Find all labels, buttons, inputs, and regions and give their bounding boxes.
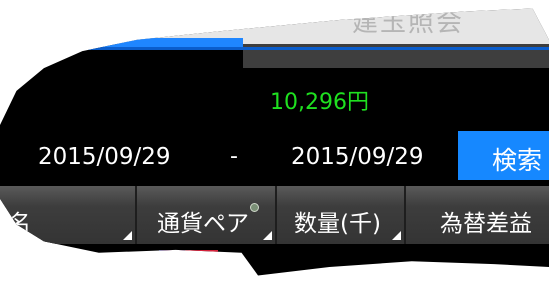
- title-bar: 建玉照会: [0, 8, 549, 44]
- search-button[interactable]: 検索: [458, 131, 549, 180]
- date-to-field[interactable]: 2015/09/29: [291, 144, 424, 170]
- date-separator: -: [230, 144, 238, 169]
- column-header-name[interactable]: 銘柄名: [0, 186, 137, 244]
- column-label: 銘柄名: [0, 211, 31, 237]
- column-header-quantity[interactable]: 数量(千): [277, 186, 406, 244]
- tab-indicator: [0, 38, 243, 47]
- app-screen: 建玉照会 10,296円 2015/09/29 - 2015/09/29 検索 …: [0, 8, 549, 276]
- column-label: 為替差益: [440, 211, 532, 237]
- page-title: 建玉照会: [352, 8, 465, 38]
- search-button-label: 検索: [492, 146, 543, 175]
- divider: [0, 47, 549, 50]
- total-amount: 10,296円: [270, 90, 369, 115]
- column-header-fx-gain[interactable]: 為替差益: [406, 186, 549, 244]
- sort-triangle-icon: [263, 231, 272, 240]
- indicator-dot-icon: [250, 203, 259, 212]
- column-header-currency-pair[interactable]: 通貨ペア: [137, 186, 277, 244]
- date-from-field[interactable]: 2015/09/29: [38, 144, 171, 170]
- sort-triangle-icon: [392, 231, 401, 240]
- us-flag-icon: [159, 250, 218, 264]
- sort-triangle-icon: [123, 231, 132, 240]
- column-label: 数量(千): [294, 211, 381, 237]
- column-label: 通貨ペア: [157, 211, 249, 237]
- flag-canton: [159, 250, 185, 258]
- table-header: 銘柄名 通貨ペア 数量(千) 為替差益: [0, 186, 549, 244]
